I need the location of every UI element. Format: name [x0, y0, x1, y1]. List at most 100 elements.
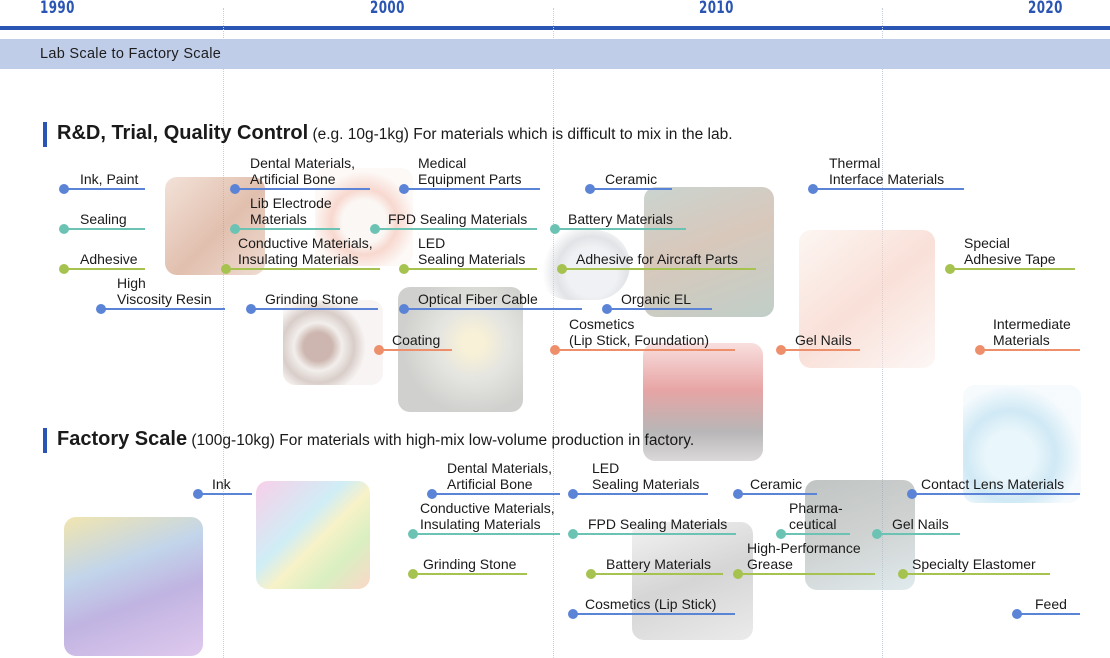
- item-connector-line: [64, 228, 145, 230]
- item-connector-line: [432, 493, 560, 495]
- bullet-dot-icon: [59, 264, 69, 274]
- item-label: Feed: [1035, 595, 1067, 612]
- bullet-dot-icon: [399, 304, 409, 314]
- item-connector-line: [1017, 613, 1080, 615]
- item-label: Gel Nails: [795, 331, 852, 348]
- scale-band-label: Lab Scale to Factory Scale: [40, 46, 222, 62]
- item-connector-line: [912, 493, 1080, 495]
- bullet-dot-icon: [776, 529, 786, 539]
- rd-item: Organic EL: [602, 291, 712, 314]
- item-label: Grinding Stone: [423, 555, 517, 572]
- item-label: FPD Sealing Materials: [388, 210, 528, 227]
- factory-item: Ink: [193, 476, 252, 499]
- bullet-dot-icon: [872, 529, 882, 539]
- rd-item: LED Sealing Materials: [399, 235, 537, 274]
- item-connector-line: [235, 188, 370, 190]
- bullet-dot-icon: [427, 489, 437, 499]
- item-label: LED Sealing Materials: [418, 235, 526, 267]
- factory-item: Dental Materials, Artificial Bone: [427, 460, 560, 499]
- scale-band: Lab Scale to Factory Scale: [0, 39, 1110, 69]
- item-label: Lib Electrode Materials: [250, 195, 332, 227]
- item-connector-line: [64, 188, 145, 190]
- bullet-dot-icon: [898, 569, 908, 579]
- item-label: LED Sealing Materials: [592, 460, 700, 492]
- item-connector-line: [375, 228, 537, 230]
- bullet-dot-icon: [399, 184, 409, 194]
- item-connector-line: [379, 349, 452, 351]
- item-connector-line: [413, 573, 527, 575]
- factory-item: Pharma- ceutical: [776, 500, 850, 539]
- item-label: Conductive Materials, Insulating Materia…: [238, 235, 373, 267]
- item-label: Dental Materials, Artificial Bone: [250, 155, 356, 187]
- tablet-device-photo: [632, 522, 753, 640]
- rd-item: Ink, Paint: [59, 171, 145, 194]
- rd-item: Optical Fiber Cable: [399, 291, 582, 314]
- bullet-dot-icon: [550, 224, 560, 234]
- section-marker: [43, 428, 47, 453]
- factory-item: FPD Sealing Materials: [568, 516, 736, 539]
- bullet-dot-icon: [568, 489, 578, 499]
- item-label: Cosmetics (Lip Stick): [585, 595, 717, 612]
- item-label: Special Adhesive Tape: [964, 235, 1056, 267]
- item-label: Ceramic: [605, 170, 658, 187]
- item-label: Adhesive for Aircraft Parts: [576, 250, 738, 267]
- bullet-dot-icon: [776, 345, 786, 355]
- item-connector-line: [573, 533, 736, 535]
- factory-section-title: Factory Scale: [57, 428, 188, 450]
- item-label: Ink: [212, 475, 231, 492]
- bullet-dot-icon: [586, 569, 596, 579]
- item-label: Adhesive: [80, 250, 138, 267]
- item-connector-line: [251, 308, 378, 310]
- bullet-dot-icon: [568, 529, 578, 539]
- rd-item: Adhesive: [59, 251, 145, 274]
- item-label: Battery Materials: [568, 210, 674, 227]
- rd-item: Lib Electrode Materials: [230, 195, 340, 234]
- item-connector-line: [591, 573, 723, 575]
- bullet-dot-icon: [733, 569, 743, 579]
- item-label: High-Performance Grease: [747, 540, 861, 572]
- bullet-dot-icon: [230, 184, 240, 194]
- rd-item: Medical Equipment Parts: [399, 155, 540, 194]
- item-connector-line: [235, 228, 340, 230]
- bullet-dot-icon: [408, 569, 418, 579]
- year-label-2020: 2020: [1028, 0, 1063, 18]
- bullet-dot-icon: [945, 264, 955, 274]
- bullet-dot-icon: [370, 224, 380, 234]
- item-connector-line: [573, 613, 735, 615]
- item-label: Medical Equipment Parts: [418, 155, 522, 187]
- item-label: Organic EL: [621, 290, 692, 307]
- item-connector-line: [980, 349, 1080, 351]
- factory-section-subtitle: (100g-10kg) For materials with high-mix …: [187, 432, 695, 449]
- year-label-2000: 2000: [370, 0, 405, 18]
- grid-line: [223, 8, 224, 658]
- item-connector-line: [404, 308, 582, 310]
- rd-item: Conductive Materials, Insulating Materia…: [221, 235, 380, 274]
- item-label: Coating: [392, 331, 441, 348]
- item-connector-line: [64, 268, 145, 270]
- bullet-dot-icon: [1012, 609, 1022, 619]
- item-connector-line: [738, 493, 817, 495]
- rd-item: Intermediate Materials: [975, 316, 1080, 355]
- bullet-dot-icon: [221, 264, 231, 274]
- item-connector-line: [555, 228, 686, 230]
- item-connector-line: [903, 573, 1050, 575]
- pigment-jars-photo: [64, 517, 203, 656]
- bullet-dot-icon: [246, 304, 256, 314]
- item-label: Optical Fiber Cable: [418, 290, 538, 307]
- item-connector-line: [781, 349, 860, 351]
- bullet-dot-icon: [408, 529, 418, 539]
- bullet-dot-icon: [59, 184, 69, 194]
- item-label: Ink, Paint: [80, 170, 139, 187]
- rd-item: Dental Materials, Artificial Bone: [230, 155, 370, 194]
- item-label: High Viscosity Resin: [117, 275, 212, 307]
- item-connector-line: [404, 188, 540, 190]
- factory-item: Conductive Materials, Insulating Materia…: [408, 500, 560, 539]
- factory-item: LED Sealing Materials: [568, 460, 708, 499]
- rd-section-subtitle: (e.g. 10g-1kg) For materials which is di…: [308, 126, 733, 143]
- rd-item: Coating: [374, 332, 452, 355]
- factory-item: Specialty Elastomer: [898, 556, 1050, 579]
- item-label: Thermal Interface Materials: [829, 155, 945, 187]
- bullet-dot-icon: [399, 264, 409, 274]
- factory-item: Grinding Stone: [408, 556, 527, 579]
- item-label: Pharma- ceutical: [789, 500, 843, 532]
